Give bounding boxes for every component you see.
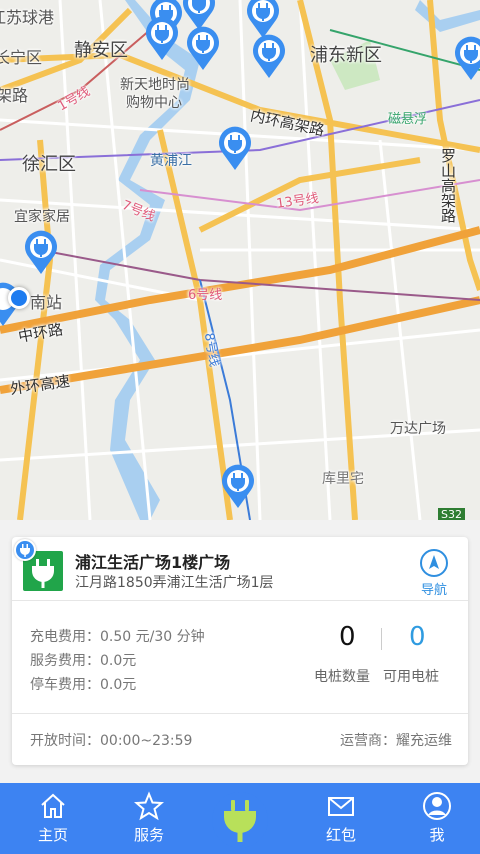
open-time: 开放时间：00:00~23:59 [30,733,193,749]
station-pin[interactable] [219,462,257,510]
charge-fee: 充电费用：0.50 元/30 分钟 [30,629,205,645]
map-label: 徐汇区 [22,154,76,175]
map-view[interactable]: 江苏球港 长宁区 静安区 浦东新区 新天地时尚 购物中心 架路 内环高架路 1号… [0,0,480,520]
station-header[interactable]: 浦江生活广场1楼广场 江月路1850弄浦江生活广场1层 导航 [12,537,468,601]
map-label: 磁悬浮 [388,112,428,127]
highway-shield: S32 [438,508,465,520]
station-footer: 开放时间：00:00~23:59 运营商：耀充运维 [12,713,468,765]
parking-fee: 停车费用：0.0元 [30,677,137,693]
map-label: 购物中心 [126,95,182,111]
available-count: 0 [409,622,426,652]
map-label: 新天地时尚 [120,77,190,93]
map-roads [0,0,480,520]
station-pin[interactable] [143,14,181,62]
navigate-label: 导航 [420,583,447,598]
navigate-button[interactable]: 导航 [416,549,452,598]
tab-home-label: 主页 [37,826,68,844]
available-label: 可用电桩 [383,669,439,685]
station-pin[interactable] [22,228,60,276]
station-name: 浦江生活广场1楼广场 [75,553,231,572]
map-label: 黄浦江 [150,153,192,169]
pile-count-label: 电桩数量 [314,669,370,685]
map-label: 架路 [0,86,29,105]
home-icon [38,791,68,821]
map-label: 浦东新区 [310,45,382,66]
star-icon [133,791,165,821]
tab-home[interactable]: 主页 [5,783,101,854]
plug-icon [224,800,256,842]
tab-me[interactable]: 我 [389,783,480,854]
pile-count: 0 [339,622,356,652]
map-label: 宜家家居 [14,209,70,225]
tab-me-label: 我 [429,826,445,844]
station-pin[interactable] [184,24,222,72]
current-location-marker [8,287,30,309]
compass-icon [420,549,448,577]
service-fee: 服务费用：0.0元 [30,653,137,669]
stat-divider [381,628,382,650]
tab-redpacket[interactable]: 红包 [293,783,389,854]
map-label: 万达广场 [390,421,446,437]
map-label: 静安区 [74,40,128,61]
tab-service[interactable]: 服务 [101,783,197,854]
user-icon [422,791,452,821]
envelope-icon [326,791,356,821]
station-card[interactable]: 浦江生活广场1楼广场 江月路1850弄浦江生活广场1层 导航 充电费用：0.50… [12,537,468,765]
map-label: 6号线 [188,288,223,303]
map-label: 罗山高架路 [439,148,457,223]
operator: 运营商：耀充运维 [340,733,452,749]
station-address: 江月路1850弄浦江生活广场1层 [75,575,274,591]
map-label: 江苏球港 [0,8,55,27]
tab-redpacket-label: 红包 [325,826,356,844]
map-label: 长宁区 [0,48,43,67]
map-label: 南站 [30,293,63,312]
station-pin[interactable] [452,34,480,82]
station-pin[interactable] [216,124,254,172]
map-label: 库里宅 [322,471,364,487]
station-pin[interactable] [250,32,288,80]
tab-service-label: 服务 [133,826,164,844]
fee-info: 充电费用：0.50 元/30 分钟 服务费用：0.0元 停车费用：0.0元 [30,625,205,697]
plug-badge-icon [14,539,36,561]
tab-charge[interactable] [212,792,268,848]
